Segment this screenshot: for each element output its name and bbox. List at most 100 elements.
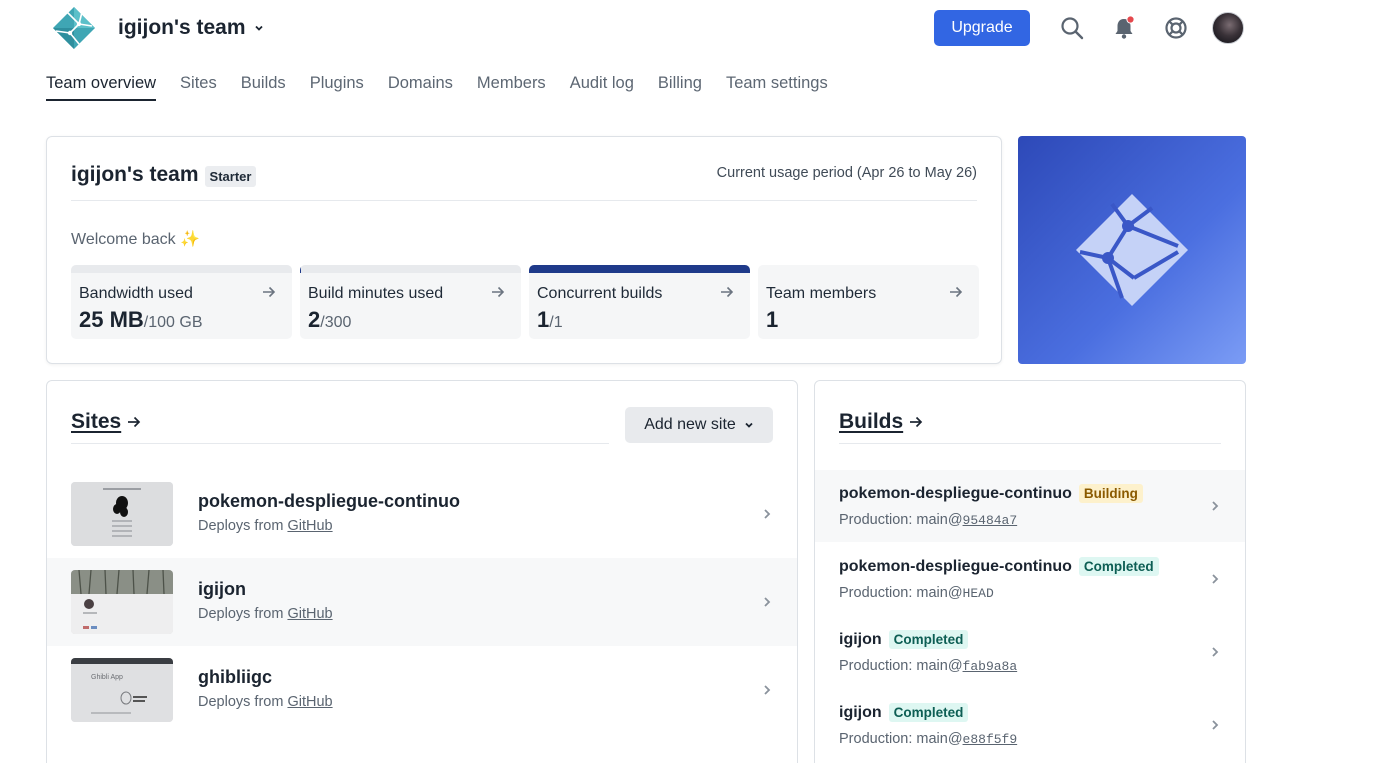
divider — [71, 443, 609, 444]
tab-sites[interactable]: Sites — [180, 74, 217, 101]
overview-team-name: igijon's team — [71, 163, 199, 186]
tab-audit-log[interactable]: Audit log — [570, 74, 634, 101]
usage-stats: Bandwidth used 25 MB/100 GB Build minute… — [71, 265, 979, 339]
thumb-app-title: Ghibli App — [91, 674, 123, 681]
build-context: Production: main@HEAD — [839, 585, 994, 601]
usage-bar — [71, 265, 292, 273]
chevron-right-icon — [764, 509, 771, 519]
stat-value: 1/1 — [537, 307, 563, 332]
build-title: pokemon-despliegue-continuo Completed — [839, 557, 1159, 576]
stat-label: Build minutes used — [308, 285, 444, 302]
site-row[interactable]: Ghibli App ghibliigc Deploys from GitHub — [47, 646, 797, 734]
site-name: igijon — [198, 579, 246, 599]
build-site-name: igijon — [839, 630, 882, 648]
site-thumbnail — [71, 482, 173, 546]
bell-icon[interactable] — [1111, 14, 1137, 42]
usage-bar — [529, 265, 750, 273]
commit-link[interactable]: fab9a8a — [963, 659, 1018, 674]
status-badge: Completed — [888, 703, 969, 722]
add-new-site-button[interactable]: Add new site — [625, 407, 773, 443]
github-link[interactable]: GitHub — [287, 518, 332, 534]
arrow-right-icon — [492, 286, 505, 298]
divider — [839, 443, 1221, 444]
team-switcher[interactable]: igijon's team — [118, 16, 264, 40]
stat-value: 1 — [766, 307, 779, 332]
build-context: Production: main@95484a7 — [839, 512, 1018, 528]
build-title: igijon Completed — [839, 630, 969, 649]
github-link[interactable]: GitHub — [287, 606, 332, 622]
divider — [71, 200, 977, 201]
status-badge: Completed — [888, 630, 969, 649]
site-deploy-source: Deploys from GitHub — [198, 518, 333, 534]
plan-badge: Starter — [204, 165, 257, 187]
arrow-right-icon — [950, 286, 963, 298]
tab-billing[interactable]: Billing — [658, 74, 702, 101]
tab-domains[interactable]: Domains — [388, 74, 453, 101]
commit-ref: HEAD — [962, 586, 994, 601]
usage-period: Current usage period (Apr 26 to May 26) — [716, 165, 977, 181]
upgrade-button[interactable]: Upgrade — [934, 10, 1030, 46]
build-context: Production: main@fab9a8a — [839, 658, 1018, 674]
stat-bandwidth[interactable]: Bandwidth used 25 MB/100 GB — [71, 265, 292, 339]
build-row[interactable]: pokemon-despliegue-continuo Completed Pr… — [815, 543, 1245, 615]
builds-link[interactable]: Builds — [839, 410, 923, 434]
chevron-right-icon — [1212, 574, 1219, 584]
chevron-right-icon — [1212, 501, 1219, 511]
stat-value: 25 MB/100 GB — [79, 307, 203, 332]
builds-heading: Builds — [839, 410, 904, 433]
build-site-name: pokemon-despliegue-continuo — [839, 484, 1072, 502]
build-site-name: pokemon-despliegue-continuo — [839, 557, 1072, 575]
site-name: pokemon-despliegue-continuo — [198, 491, 461, 511]
chevron-right-icon — [764, 597, 771, 607]
site-thumbnail — [71, 570, 173, 634]
team-name: igijon's team — [118, 16, 246, 39]
stat-label: Concurrent builds — [537, 285, 663, 302]
builds-panel: Builds pokemon-despliegue-continuo Build… — [814, 380, 1246, 763]
add-new-site-label: Add new site — [644, 416, 736, 433]
welcome-message: Welcome back ✨ — [71, 231, 200, 248]
avatar[interactable] — [1212, 12, 1244, 44]
site-row[interactable]: pokemon-despliegue-continuo Deploys from… — [47, 470, 797, 558]
build-row[interactable]: pokemon-despliegue-continuo Building Pro… — [815, 470, 1245, 542]
arrow-right-icon — [128, 416, 141, 428]
help-icon[interactable] — [1163, 14, 1189, 42]
build-context: Production: main@e88f5f9 — [839, 731, 1018, 747]
tab-members[interactable]: Members — [477, 74, 546, 101]
netlify-mark-icon — [1076, 194, 1188, 306]
netlify-logo[interactable] — [52, 6, 96, 50]
sites-panel: Sites Add new site pokemon-despliegue-co… — [46, 380, 798, 763]
site-deploy-source: Deploys from GitHub — [198, 694, 333, 710]
team-nav: Team overview Sites Builds Plugins Domai… — [46, 74, 852, 101]
arrow-right-icon — [721, 286, 734, 298]
sites-link[interactable]: Sites — [71, 410, 141, 434]
stat-label: Bandwidth used — [79, 285, 193, 302]
commit-link[interactable]: 95484a7 — [963, 513, 1018, 528]
stat-build-minutes[interactable]: Build minutes used 2/300 — [300, 265, 521, 339]
build-title: igijon Completed — [839, 703, 969, 722]
site-deploy-source: Deploys from GitHub — [198, 606, 333, 622]
tab-builds[interactable]: Builds — [241, 74, 286, 101]
site-row[interactable]: igijon Deploys from GitHub — [47, 558, 797, 646]
sites-heading: Sites — [71, 410, 122, 433]
tab-plugins[interactable]: Plugins — [310, 74, 364, 101]
chevron-right-icon — [764, 685, 771, 695]
build-row[interactable]: igijon Completed Production: main@e88f5f… — [815, 689, 1245, 761]
arrow-right-icon — [263, 286, 276, 298]
build-row[interactable]: igijon Completed Production: main@fab9a8… — [815, 616, 1245, 688]
search-icon[interactable] — [1059, 14, 1085, 42]
stat-team-members[interactable]: Team members 1 — [758, 265, 979, 339]
overview-title: igijon's team Starter — [71, 163, 257, 187]
stat-label: Team members — [766, 285, 877, 302]
stat-value: 2/300 — [308, 307, 352, 332]
site-thumbnail: Ghibli App — [71, 658, 173, 722]
github-link[interactable]: GitHub — [287, 694, 332, 710]
stat-concurrent-builds[interactable]: Concurrent builds 1/1 — [529, 265, 750, 339]
status-badge: Completed — [1078, 557, 1159, 576]
chevron-down-icon — [254, 25, 263, 31]
chevron-down-icon — [745, 422, 753, 428]
promo-banner — [1018, 136, 1246, 364]
arrow-right-icon — [910, 416, 923, 428]
tab-team-settings[interactable]: Team settings — [726, 74, 828, 101]
tab-team-overview[interactable]: Team overview — [46, 74, 157, 101]
commit-link[interactable]: e88f5f9 — [963, 732, 1018, 747]
